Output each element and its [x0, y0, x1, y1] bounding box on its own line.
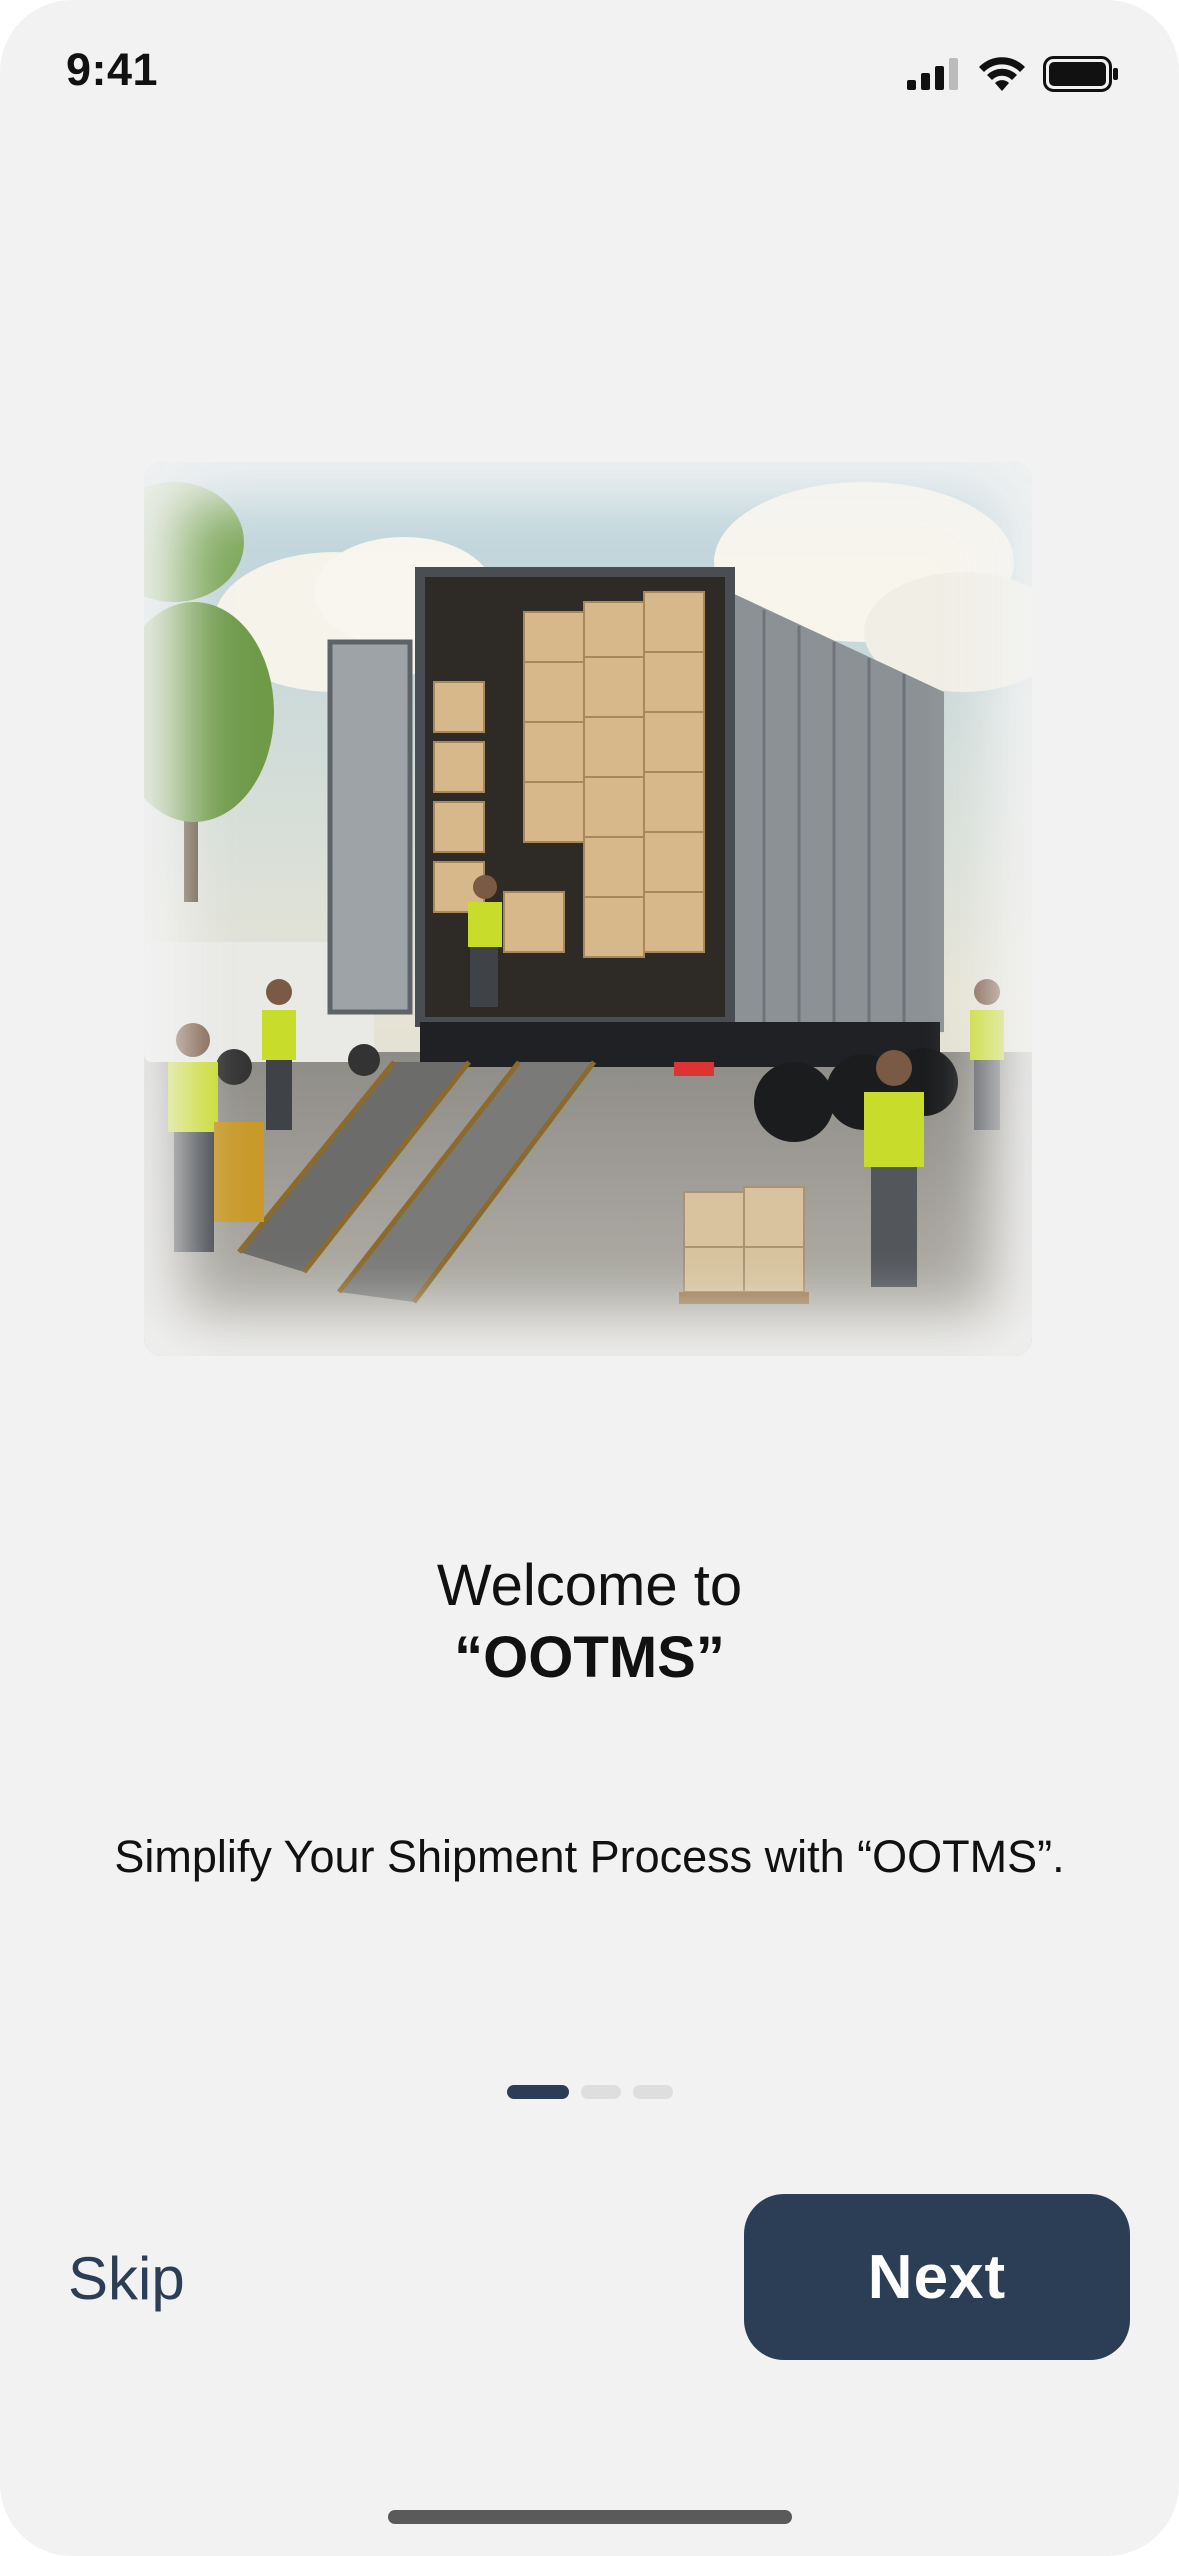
page-dot-2[interactable]: [580, 2085, 621, 2099]
battery-icon: [1043, 56, 1118, 92]
skip-button[interactable]: Skip: [68, 2244, 185, 2313]
page-dot-1[interactable]: [506, 2085, 569, 2099]
home-indicator[interactable]: [388, 2510, 792, 2524]
onboarding-subtitle: Simplify Your Shipment Process with “OOT…: [114, 1831, 1065, 1882]
status-icons: [907, 54, 1119, 94]
page-dot-3[interactable]: [632, 2085, 673, 2099]
title-line-2: “OOTMS”: [454, 1625, 725, 1690]
cellular-signal-icon: [907, 58, 958, 90]
onboarding-screen: 9:41 Welcome to “OOTMS” Simplify Your Sh…: [0, 0, 1179, 2556]
truck-loading-illustration: [144, 462, 1032, 1356]
status-time: 9:41: [66, 44, 159, 95]
next-button[interactable]: Next: [744, 2194, 1130, 2360]
title-line-1: Welcome to: [436, 1553, 743, 1618]
wifi-icon: [979, 57, 1025, 91]
welcome-title: Welcome to “OOTMS”: [0, 1550, 1179, 1694]
page-indicator: [0, 2085, 1179, 2099]
